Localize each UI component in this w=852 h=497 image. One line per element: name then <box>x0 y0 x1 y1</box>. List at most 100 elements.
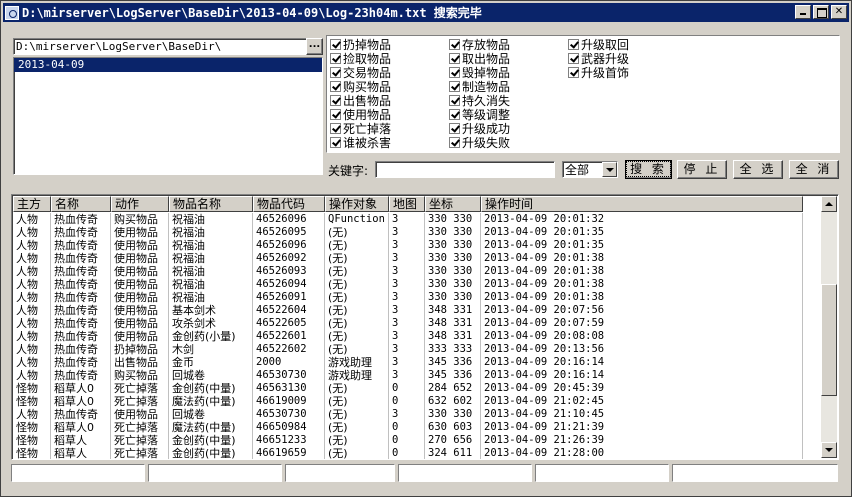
table-row[interactable]: 怪物 稻草人 死亡掉落 金创药(中量) 46619659 (无) 0 324 611 2013-… <box>13 447 803 459</box>
column-header[interactable]: 名称 <box>51 196 111 212</box>
table-row[interactable]: 人物 热血传奇 使用物品 祝福油 46526092 (无) 3 330 330 2013-04-… <box>13 252 803 265</box>
table-cell: 0 <box>389 447 425 459</box>
table-cell: 热血传奇 <box>51 252 111 265</box>
stop-button[interactable]: 停 止 <box>677 160 727 179</box>
table-cell: 人物 <box>13 343 51 356</box>
search-button[interactable]: 搜 索 <box>625 160 672 179</box>
table-row[interactable]: 怪物 稻草人0 死亡掉落 魔法药(中量) 46650984 (无) 0 630 603 2013… <box>13 421 803 434</box>
table-row[interactable]: 人物 热血传奇 使用物品 祝福油 46526091 (无) 3 330 330 2013-04-… <box>13 291 803 304</box>
column-header[interactable]: 地图 <box>389 196 425 212</box>
checkbox-checked-icon[interactable] <box>330 137 341 148</box>
table-cell: 祝福油 <box>169 291 253 304</box>
table-cell: 金币 <box>169 356 253 369</box>
table-cell: 使用物品 <box>111 408 169 421</box>
maximize-button[interactable] <box>813 5 829 19</box>
table-cell: 2013-04-09 20:13:56 <box>481 343 803 356</box>
checkbox-checked-icon[interactable] <box>568 53 579 64</box>
date-list-item[interactable]: 2013-04-09 <box>14 58 322 72</box>
column-header[interactable]: 主方 <box>13 196 51 212</box>
column-header[interactable]: 坐标 <box>425 196 481 212</box>
scroll-down-icon[interactable] <box>821 442 837 458</box>
table-cell: 金创药(中量) <box>169 447 253 459</box>
title-bar[interactable]: D:\mirserver\LogServer\BaseDir\2013-04-0… <box>3 3 849 22</box>
table-cell: 345 336 <box>425 356 481 369</box>
checkbox-checked-icon[interactable] <box>449 109 460 120</box>
column-header[interactable]: 动作 <box>111 196 169 212</box>
checkbox-checked-icon[interactable] <box>330 123 341 134</box>
checkbox-checked-icon[interactable] <box>449 137 460 148</box>
table-cell: 330 330 <box>425 278 481 291</box>
table-cell: 2013-04-09 20:07:56 <box>481 304 803 317</box>
checkbox-checked-icon[interactable] <box>330 95 341 106</box>
table-cell: 使用物品 <box>111 239 169 252</box>
checkbox-checked-icon[interactable] <box>568 39 579 50</box>
table-cell: 热血传奇 <box>51 317 111 330</box>
table-row[interactable]: 人物 热血传奇 使用物品 金创药(小量) 46522601 (无) 3 348 331 2013… <box>13 330 803 343</box>
chevron-down-icon[interactable] <box>602 162 617 177</box>
browse-button[interactable]: ... <box>306 38 323 55</box>
table-cell: 热血传奇 <box>51 265 111 278</box>
checkbox-checked-icon[interactable] <box>449 53 460 64</box>
log-table[interactable]: 主方 名称 动作 物品名称 物品代码 操作对象 地图 坐标 操作时间 人物 热血传奇 购买物品 祝福油… <box>11 194 839 460</box>
table-cell: 46619659 <box>253 447 325 459</box>
deselect-all-button[interactable]: 全 消 <box>789 160 839 179</box>
scroll-up-icon[interactable] <box>821 196 837 212</box>
checkbox-checked-icon[interactable] <box>330 67 341 78</box>
filter-checkbox[interactable]: 谁被杀害 <box>330 136 391 150</box>
filter-checkbox[interactable]: 升级失败 <box>449 136 510 150</box>
path-input[interactable]: D:\mirserver\LogServer\BaseDir\ <box>13 38 307 55</box>
table-cell: 人物 <box>13 330 51 343</box>
type-select[interactable]: 全部 <box>562 161 618 178</box>
date-list[interactable]: 2013-04-09 <box>13 57 323 175</box>
close-button[interactable]: ✕ <box>831 5 847 19</box>
select-all-button[interactable]: 全 选 <box>733 160 783 179</box>
checkbox-checked-icon[interactable] <box>449 95 460 106</box>
table-row[interactable]: 人物 热血传奇 使用物品 祝福油 46526096 (无) 3 330 330 2013-04-… <box>13 239 803 252</box>
keyword-input[interactable] <box>375 161 555 178</box>
column-header[interactable]: 物品代码 <box>253 196 325 212</box>
checkbox-checked-icon[interactable] <box>330 53 341 64</box>
table-row[interactable]: 怪物 稻草人0 死亡掉落 魔法药(中量) 46619009 (无) 0 632 602 2013… <box>13 395 803 408</box>
table-cell: 热血传奇 <box>51 330 111 343</box>
checkbox-checked-icon[interactable] <box>330 109 341 120</box>
table-row[interactable]: 怪物 稻草人 死亡掉落 金创药(中量) 46651233 (无) 0 270 656 2013-… <box>13 434 803 447</box>
table-cell: 魔法药(中量) <box>169 421 253 434</box>
checkbox-checked-icon[interactable] <box>449 123 460 134</box>
checkbox-checked-icon[interactable] <box>330 39 341 50</box>
checkbox-checked-icon[interactable] <box>330 81 341 92</box>
table-row[interactable]: 人物 热血传奇 购买物品 祝福油 46526096 QFunction 3 330 330 20… <box>13 213 803 226</box>
table-cell: 333 333 <box>425 343 481 356</box>
table-row[interactable]: 人物 热血传奇 使用物品 攻杀剑术 46522605 (无) 3 348 331 2013-04… <box>13 317 803 330</box>
table-row[interactable]: 怪物 稻草人0 死亡掉落 金创药(中量) 46563130 (无) 0 284 652 2013… <box>13 382 803 395</box>
table-cell: 2013-04-09 21:10:45 <box>481 408 803 421</box>
table-row[interactable]: 人物 热血传奇 购买物品 回城卷 46530730 游戏助理 3 345 336 2013-04… <box>13 369 803 382</box>
checkbox-checked-icon[interactable] <box>449 81 460 92</box>
column-header[interactable]: 操作对象 <box>325 196 389 212</box>
minimize-button[interactable] <box>795 5 811 19</box>
table-cell: 热血传奇 <box>51 343 111 356</box>
app-icon[interactable] <box>5 5 19 20</box>
table-cell: 使用物品 <box>111 252 169 265</box>
checkbox-checked-icon[interactable] <box>568 67 579 78</box>
checkbox-checked-icon[interactable] <box>449 39 460 50</box>
table-row[interactable]: 人物 热血传奇 扔掉物品 木剑 46522602 (无) 3 333 333 2013-04-0… <box>13 343 803 356</box>
table-cell: (无) <box>325 304 389 317</box>
scroll-thumb[interactable] <box>821 284 837 396</box>
table-cell: 2000 <box>253 356 325 369</box>
table-row[interactable]: 人物 热血传奇 使用物品 祝福油 46526095 (无) 3 330 330 2013-04-… <box>13 226 803 239</box>
table-row[interactable]: 人物 热血传奇 使用物品 回城卷 46530730 (无) 3 330 330 2013-04-… <box>13 408 803 421</box>
table-cell: 270 656 <box>425 434 481 447</box>
vertical-scrollbar[interactable] <box>821 196 837 458</box>
filter-checkbox[interactable]: 升级首饰 <box>568 66 629 80</box>
table-cell: 3 <box>389 226 425 239</box>
table-row[interactable]: 人物 热血传奇 出售物品 金币 2000 游戏助理 3 345 336 2013-04-09 2… <box>13 356 803 369</box>
checkbox-checked-icon[interactable] <box>449 67 460 78</box>
table-cell: 2013-04-09 20:08:08 <box>481 330 803 343</box>
table-cell: 46530730 <box>253 408 325 421</box>
table-row[interactable]: 人物 热血传奇 使用物品 祝福油 46526094 (无) 3 330 330 2013-04-… <box>13 278 803 291</box>
table-cell: 3 <box>389 213 425 226</box>
column-header[interactable]: 操作时间 <box>481 196 803 212</box>
table-row[interactable]: 人物 热血传奇 使用物品 基本剑术 46522604 (无) 3 348 331 2013-04… <box>13 304 803 317</box>
table-row[interactable]: 人物 热血传奇 使用物品 祝福油 46526093 (无) 3 330 330 2013-04-… <box>13 265 803 278</box>
column-header[interactable]: 物品名称 <box>169 196 253 212</box>
